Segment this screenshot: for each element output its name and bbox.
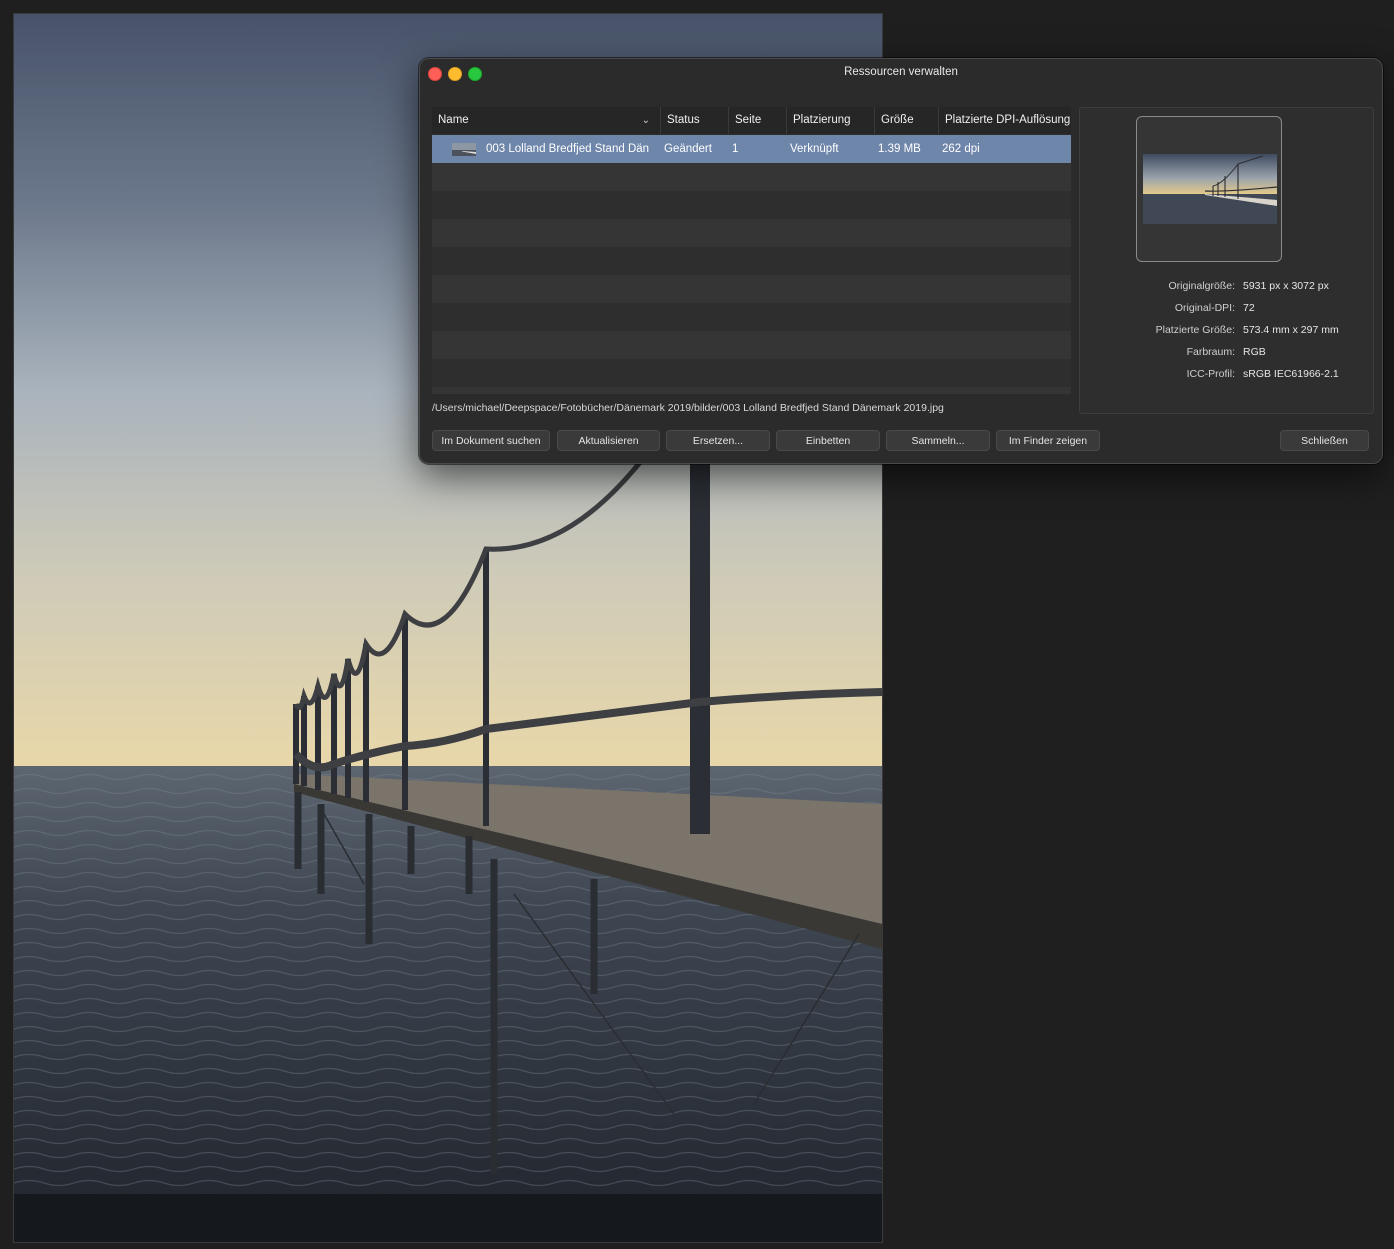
cell-placement: Verknüpft	[790, 143, 839, 155]
cell-name: 003 Lolland Bredfjed Stand Dän	[486, 143, 650, 155]
cell-dpi: 262 dpi	[942, 143, 980, 155]
embed-button[interactable]: Einbetten	[776, 430, 880, 451]
info-value: sRGB IEC61966-2.1	[1243, 368, 1339, 380]
file-path: /Users/michael/Deepspace/Fotobücher/Däne…	[432, 402, 944, 414]
info-label: Farbraum:	[1186, 346, 1235, 358]
resource-thumbnail	[452, 143, 476, 156]
cell-page: 1	[732, 143, 739, 155]
replace-button[interactable]: Ersetzen...	[666, 430, 770, 451]
table-header: Name ⌄ Status Seite Platzierung Größe Pl…	[432, 107, 1071, 134]
table-row-empty	[432, 219, 1071, 247]
info-row-original-dpi: Original-DPI: 72	[1080, 302, 1375, 316]
table-row[interactable]: 003 Lolland Bredfjed Stand Dän Geändert …	[432, 135, 1071, 163]
column-header-status[interactable]: Status	[661, 107, 729, 134]
column-header-label: Name	[438, 114, 469, 126]
show-in-finder-button[interactable]: Im Finder zeigen	[996, 430, 1100, 451]
table-row-empty	[432, 387, 1071, 394]
column-header-dpi[interactable]: Platzierte DPI-Auflösung	[939, 107, 1071, 134]
info-label: Original-DPI:	[1174, 302, 1235, 314]
column-header-size[interactable]: Größe	[875, 107, 939, 134]
info-label: Platzierte Größe:	[1155, 324, 1235, 336]
info-label: ICC-Profil:	[1186, 368, 1235, 380]
info-value: RGB	[1243, 346, 1266, 358]
resource-preview	[1136, 116, 1282, 262]
resource-info-panel: Originalgröße: 5931 px x 3072 px Origina…	[1079, 107, 1374, 414]
info-row-color-space: Farbraum: RGB	[1080, 346, 1375, 360]
info-value: 5931 px x 3072 px	[1243, 280, 1329, 292]
column-header-placement[interactable]: Platzierung	[787, 107, 875, 134]
update-button[interactable]: Aktualisieren	[557, 430, 660, 451]
column-header-name[interactable]: Name ⌄	[432, 107, 661, 134]
info-row-original-size: Originalgröße: 5931 px x 3072 px	[1080, 280, 1375, 294]
title-bar[interactable]: Ressourcen verwalten	[420, 59, 1382, 87]
info-value: 573.4 mm x 297 mm	[1243, 324, 1339, 336]
cell-size: 1.39 MB	[878, 143, 921, 155]
chevron-down-icon[interactable]: ⌄	[642, 107, 650, 134]
column-header-page[interactable]: Seite	[729, 107, 787, 134]
info-label: Originalgröße:	[1168, 280, 1235, 292]
close-button[interactable]: Schließen	[1280, 430, 1369, 451]
preview-image	[1143, 154, 1277, 224]
info-row-icc-profile: ICC-Profil: sRGB IEC61966-2.1	[1080, 368, 1375, 382]
table-row-empty	[432, 275, 1071, 303]
collect-button[interactable]: Sammeln...	[886, 430, 990, 451]
table-row-empty	[432, 163, 1071, 191]
find-in-document-button[interactable]: Im Dokument suchen	[432, 430, 550, 451]
info-value: 72	[1243, 302, 1255, 314]
table-row-empty	[432, 331, 1071, 359]
cell-status: Geändert	[664, 143, 712, 155]
resource-manager-dialog: Ressourcen verwalten Name ⌄ Status Seite…	[419, 58, 1383, 464]
info-row-placed-size: Platzierte Größe: 573.4 mm x 297 mm	[1080, 324, 1375, 338]
resources-table[interactable]: Name ⌄ Status Seite Platzierung Größe Pl…	[432, 107, 1071, 394]
dialog-title: Ressourcen verwalten	[844, 66, 958, 78]
